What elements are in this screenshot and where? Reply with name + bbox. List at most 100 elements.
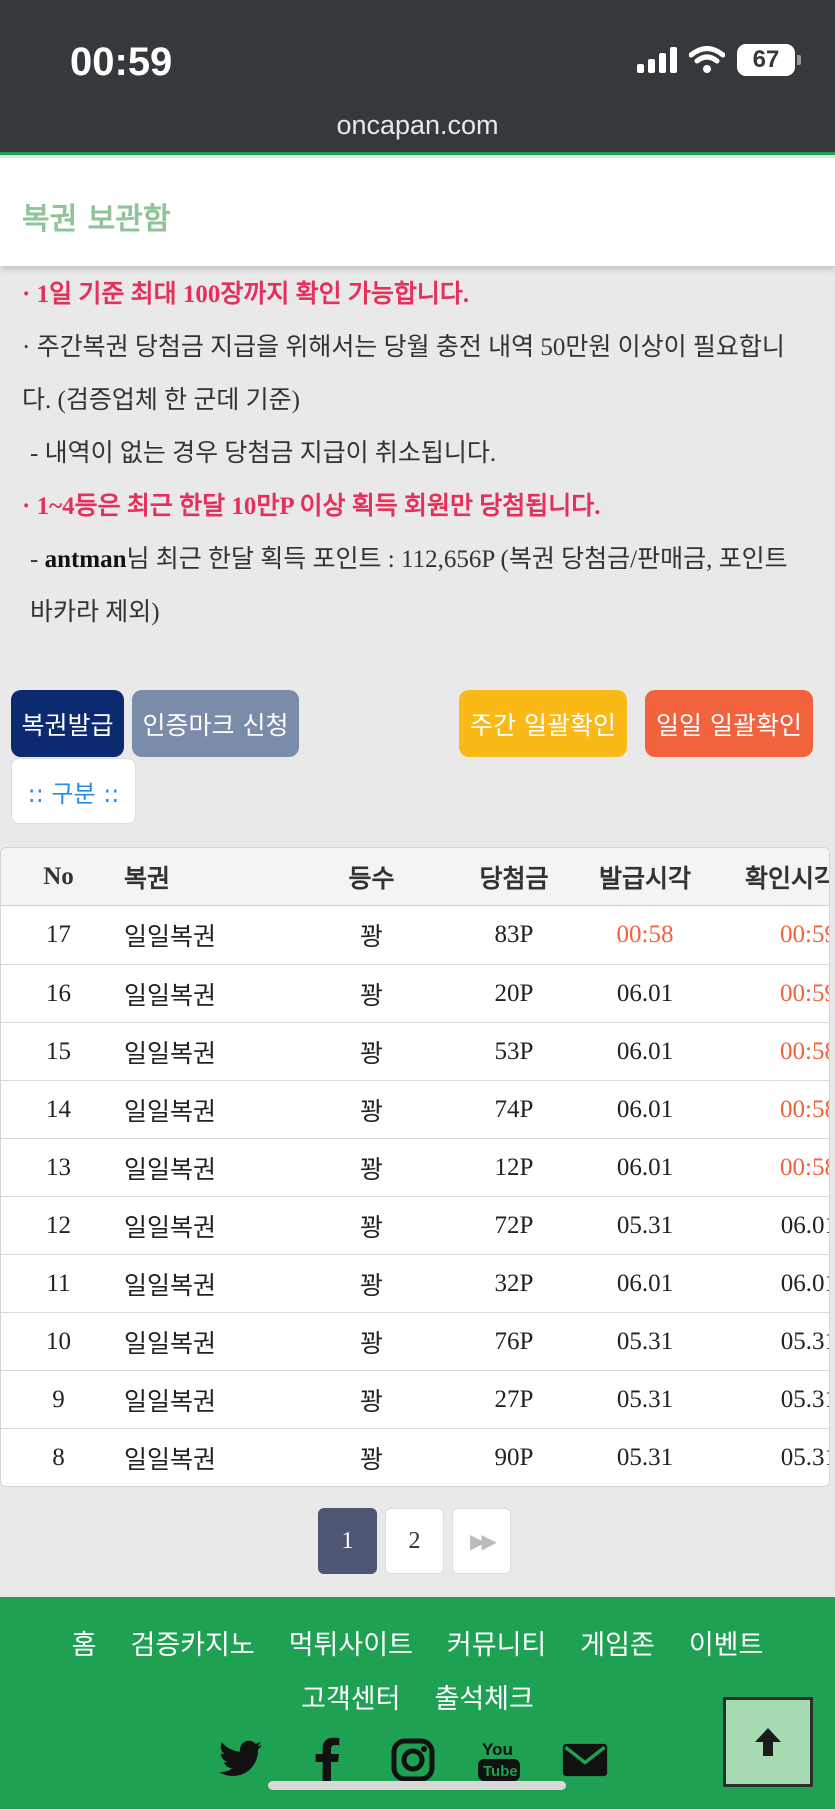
page-1-button[interactable]: 1: [318, 1508, 377, 1574]
social-links: You Tube: [218, 1737, 608, 1783]
last-page-icon[interactable]: ▶▶: [452, 1508, 511, 1574]
row-prize: 53P: [494, 1037, 534, 1065]
table-row: 17 일일복권 꽝 83P 00:58 00:59: [1, 906, 829, 964]
row-prize: 20P: [494, 979, 534, 1007]
notice-user-points: - antman님 최근 한달 획득 포인트 : 112,656P (복권 당첨…: [30, 546, 788, 626]
table-row: 14 일일복권 꽝 74P 06.01 00:58: [1, 1080, 829, 1138]
row-issued-time: 06.01: [616, 1153, 674, 1181]
table-header: No 복권 등수 당첨금 발급시각 확인시각: [1, 848, 829, 906]
wifi-icon: [689, 46, 725, 73]
page-title: 복권 보관함: [22, 202, 171, 237]
row-prize: 72P: [494, 1211, 534, 1239]
row-rank: 꽝: [359, 923, 383, 951]
table-row: 11 일일복권 꽝 32P 06.01 06.01: [1, 1254, 829, 1312]
row-lottery-name: 일일복권: [124, 1387, 217, 1416]
footer-link[interactable]: 이벤트: [689, 1623, 764, 1662]
row-issued-time: 06.01: [616, 1095, 674, 1123]
row-no: 12: [46, 1211, 71, 1239]
row-lottery-name: 일일복권: [124, 1039, 217, 1068]
row-rank: 꽝: [359, 1097, 383, 1126]
status-icons: 67: [637, 44, 801, 76]
row-rank: 꽝: [359, 1329, 383, 1358]
row-no: 10: [46, 1327, 71, 1355]
row-prize: 32P: [494, 1269, 534, 1297]
svg-text:Tube: Tube: [483, 1763, 518, 1780]
cellular-signal-icon: [637, 47, 677, 73]
header-no: No: [43, 862, 74, 890]
row-checked-time: 00:58: [780, 1037, 829, 1065]
footer-link[interactable]: 먹튀사이트: [289, 1623, 413, 1662]
header-checked: 확인시각: [745, 864, 830, 893]
row-checked-time: 06.01: [780, 1211, 829, 1239]
row-issued-time: 05.31: [616, 1385, 674, 1413]
row-lottery-name: 일일복권: [124, 1271, 217, 1300]
svg-text:You: You: [482, 1740, 513, 1759]
table-row: 16 일일복권 꽝 20P 06.01 00:59: [1, 964, 829, 1022]
row-checked-time: 06.01: [780, 1269, 829, 1297]
row-checked-time: 00:58: [780, 1153, 829, 1181]
footer-nav-primary: 홈 검증카지노 먹튀사이트 커뮤니티 게임존 이벤트: [0, 1623, 835, 1662]
cert-mark-request-button[interactable]: 인증마크 신청: [132, 690, 299, 757]
footer-link[interactable]: 게임존: [580, 1623, 655, 1662]
page-2-button[interactable]: 2: [385, 1508, 444, 1574]
footer-link[interactable]: 검증카지노: [131, 1623, 255, 1662]
youtube-icon[interactable]: You Tube: [476, 1737, 522, 1783]
row-prize: 90P: [494, 1443, 534, 1471]
category-select[interactable]: :: 구분 ::: [11, 758, 136, 824]
row-issued-time: 05.31: [616, 1211, 674, 1239]
row-no: 17: [46, 921, 71, 948]
row-lottery-name: 일일복권: [124, 1445, 217, 1474]
row-prize: 83P: [494, 921, 534, 948]
address-bar-url[interactable]: oncapan.com: [0, 110, 835, 141]
table-row: 8 일일복권 꽝 90P 05.31 05.31: [1, 1428, 829, 1486]
footer-link[interactable]: 고객센터: [301, 1677, 400, 1716]
row-issued-time: 06.01: [616, 1037, 674, 1065]
mail-icon[interactable]: [562, 1737, 608, 1783]
row-no: 8: [52, 1443, 65, 1471]
row-lottery-name: 일일복권: [124, 1213, 217, 1242]
lottery-table: No 복권 등수 당첨금 발급시각 확인시각 17 일일복권 꽝 83P 00:58 00…: [0, 847, 830, 1487]
row-rank: 꽝: [359, 1387, 383, 1416]
page-header: 복권 보관함: [0, 158, 835, 266]
username: antman: [44, 546, 127, 573]
table-row: 15 일일복권 꽝 53P 06.01 00:58: [1, 1022, 829, 1080]
header-prize: 당첨금: [479, 864, 549, 893]
notice-limit: · 1일 기준 최대 100장까지 확인 가능합니다.: [22, 281, 470, 308]
table-row: 12 일일복권 꽝 72P 05.31 06.01: [1, 1196, 829, 1254]
row-issued-time: 06.01: [616, 979, 674, 1007]
battery-icon: 67: [737, 44, 801, 76]
row-no: 11: [46, 1269, 71, 1297]
row-rank: 꽝: [359, 1155, 383, 1184]
footer-link[interactable]: 홈: [72, 1623, 97, 1662]
twitter-icon[interactable]: [218, 1737, 264, 1783]
footer-nav-secondary: 고객센터 출석체크: [0, 1677, 835, 1716]
row-prize: 12P: [494, 1153, 534, 1181]
row-issued-time: 00:58: [616, 921, 674, 948]
footer-link[interactable]: 출석체크: [435, 1677, 534, 1716]
table-row: 10 일일복권 꽝 76P 05.31 05.31: [1, 1312, 829, 1370]
row-checked-time: 05.31: [780, 1385, 829, 1413]
row-lottery-name: 일일복권: [124, 1329, 217, 1358]
row-no: 9: [52, 1385, 65, 1413]
header-name: 복권: [124, 864, 171, 893]
issue-lottery-button[interactable]: 복권발급: [11, 690, 124, 757]
row-no: 13: [46, 1153, 71, 1181]
row-rank: 꽝: [359, 1271, 383, 1300]
row-issued-time: 05.31: [616, 1443, 674, 1471]
instagram-icon[interactable]: [390, 1737, 436, 1783]
facebook-icon[interactable]: [304, 1737, 350, 1783]
scroll-to-top-button[interactable]: [723, 1697, 813, 1787]
row-checked-time: 00:58: [780, 1095, 829, 1123]
table-row: 13 일일복권 꽝 12P 06.01 00:58: [1, 1138, 829, 1196]
row-issued-time: 06.01: [616, 1269, 674, 1297]
weekly-bulk-check-button[interactable]: 주간 일괄확인: [459, 690, 627, 757]
row-no: 14: [46, 1095, 71, 1123]
notice-winner-condition: · 1~4등은 최근 한달 10만P 이상 획득 회원만 당첨됩니다.: [22, 493, 601, 520]
status-bar: 00:59 67 oncapan.com: [0, 0, 835, 155]
row-checked-time: 00:59: [780, 979, 829, 1007]
row-checked-time: 05.31: [780, 1327, 829, 1355]
daily-bulk-check-button[interactable]: 일일 일괄확인: [645, 690, 813, 757]
footer-link[interactable]: 커뮤니티: [447, 1623, 546, 1662]
row-lottery-name: 일일복권: [124, 1155, 217, 1184]
footer: 홈 검증카지노 먹튀사이트 커뮤니티 게임존 이벤트 고객센터 출석체크 You Tube: [0, 1597, 835, 1809]
